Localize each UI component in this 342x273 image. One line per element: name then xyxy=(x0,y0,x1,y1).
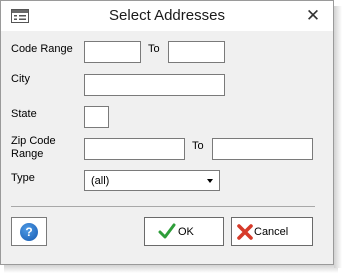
close-icon: ✕ xyxy=(305,6,321,25)
select-addresses-dialog: Select Addresses ✕ Code Range To City St… xyxy=(0,0,334,265)
ok-button[interactable]: OK xyxy=(144,217,224,246)
help-button[interactable]: ? xyxy=(11,217,47,246)
zip-code-range-label: Zip Code Range xyxy=(11,135,56,161)
state-label: State xyxy=(11,108,37,120)
zip-range-to-input[interactable] xyxy=(212,138,313,160)
red-x-icon xyxy=(237,224,253,240)
window-shadow-bottom xyxy=(4,265,338,273)
ok-label: OK xyxy=(178,226,194,238)
zip-range-from-input[interactable] xyxy=(84,138,185,160)
city-label: City xyxy=(11,73,30,85)
dropdown-arrow-icon xyxy=(207,179,213,183)
dialog-title: Select Addresses xyxy=(109,7,225,24)
zip-label-line1: Zip Code xyxy=(11,135,56,147)
window-shadow-right xyxy=(334,6,342,268)
state-input[interactable] xyxy=(84,106,109,128)
code-range-label: Code Range xyxy=(11,43,73,55)
code-range-to-input[interactable] xyxy=(168,41,225,63)
zip-range-to-label: To xyxy=(192,140,204,152)
type-select-value: (all) xyxy=(91,175,110,187)
title-bar: Select Addresses ✕ xyxy=(1,1,333,31)
checkmark-icon xyxy=(158,223,176,239)
help-icon: ? xyxy=(20,223,38,241)
type-select[interactable]: (all) xyxy=(84,170,220,191)
separator xyxy=(11,206,315,207)
cancel-label: Cancel xyxy=(254,226,289,238)
close-button[interactable]: ✕ xyxy=(301,5,325,27)
city-input[interactable] xyxy=(84,74,225,96)
code-range-from-input[interactable] xyxy=(84,41,141,63)
cancel-button[interactable]: Cancel xyxy=(231,217,313,246)
code-range-to-label: To xyxy=(148,43,160,55)
type-label: Type xyxy=(11,172,35,184)
zip-label-line2: Range xyxy=(11,148,44,160)
